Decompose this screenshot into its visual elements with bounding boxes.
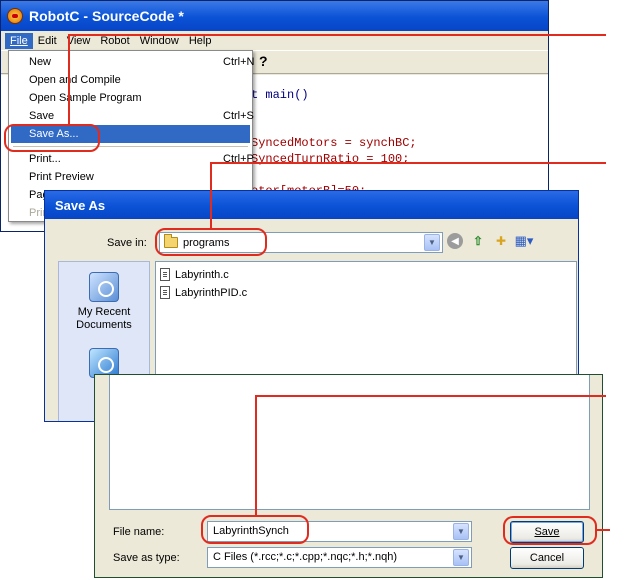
code-line: SyncedMotors = synchBC; <box>251 136 417 150</box>
list-item[interactable]: LabyrinthPID.c <box>160 286 247 299</box>
annotation-circle-save-in <box>155 228 267 256</box>
save-as-dialog-lower: File name: LabyrinthSynch ▼ Save as type… <box>94 374 603 578</box>
chevron-down-icon[interactable]: ▼ <box>453 549 469 566</box>
new-folder-icon[interactable]: ✚ <box>493 233 509 249</box>
annotation-line <box>255 395 257 516</box>
help-icon[interactable]: ? <box>259 53 268 69</box>
annotation-circle-file-name <box>201 515 309 544</box>
menu-item-save[interactable]: Save Ctrl+S <box>11 107 254 125</box>
file-name-label: File name: <box>113 526 165 538</box>
annotation-circle-save-as <box>4 124 100 152</box>
annotation-circle-save-button <box>503 516 597 545</box>
views-icon[interactable]: ▦▾ <box>515 233 534 249</box>
nav-toolbar: ◀ ⇧ ✚ ▦▾ <box>447 233 534 249</box>
code-line: t main() <box>251 88 309 102</box>
chevron-down-icon[interactable]: ▼ <box>424 234 440 251</box>
window-title: RobotC - SourceCode * <box>29 8 184 24</box>
save-type-dropdown[interactable]: C Files (*.rcc;*.c;*.cpp;*.nqc;*.h;*.nqh… <box>207 547 472 568</box>
recent-documents-icon <box>89 272 119 302</box>
menu-item-open-sample[interactable]: Open Sample Program <box>11 89 250 107</box>
code-line: SyncedTurnRatio = 100; <box>251 152 410 166</box>
annotation-line <box>68 34 606 36</box>
file-icon <box>160 286 170 299</box>
menu-item-print[interactable]: Print... Ctrl+P <box>11 150 254 168</box>
dialog-title-bar: Save As <box>45 191 578 219</box>
save-in-label: Save in: <box>107 237 147 249</box>
file-icon <box>160 268 170 281</box>
save-type-label: Save as type: <box>113 552 180 564</box>
annotation-line <box>210 162 212 229</box>
robotc-logo-icon <box>7 8 23 24</box>
annotation-line <box>210 162 606 164</box>
back-icon[interactable]: ◀ <box>447 233 463 249</box>
title-bar: RobotC - SourceCode * <box>1 1 548 31</box>
annotation-line <box>255 395 606 397</box>
cancel-button[interactable]: Cancel <box>510 547 584 569</box>
menu-edit[interactable]: Edit <box>33 33 62 49</box>
annotation-line <box>68 34 70 125</box>
list-item[interactable]: Labyrinth.c <box>160 268 229 281</box>
place-recent-documents[interactable]: My Recent Documents <box>59 272 149 332</box>
menu-file[interactable]: File <box>5 32 33 49</box>
up-folder-icon[interactable]: ⇧ <box>470 233 486 249</box>
menu-item-new[interactable]: New Ctrl+N <box>11 53 254 71</box>
dialog-title: Save As <box>55 197 106 213</box>
annotation-line <box>596 529 610 531</box>
menu-item-open-compile[interactable]: Open and Compile <box>11 71 250 89</box>
menu-item-print-preview[interactable]: Print Preview <box>11 168 250 186</box>
chevron-down-icon[interactable]: ▼ <box>453 523 469 540</box>
